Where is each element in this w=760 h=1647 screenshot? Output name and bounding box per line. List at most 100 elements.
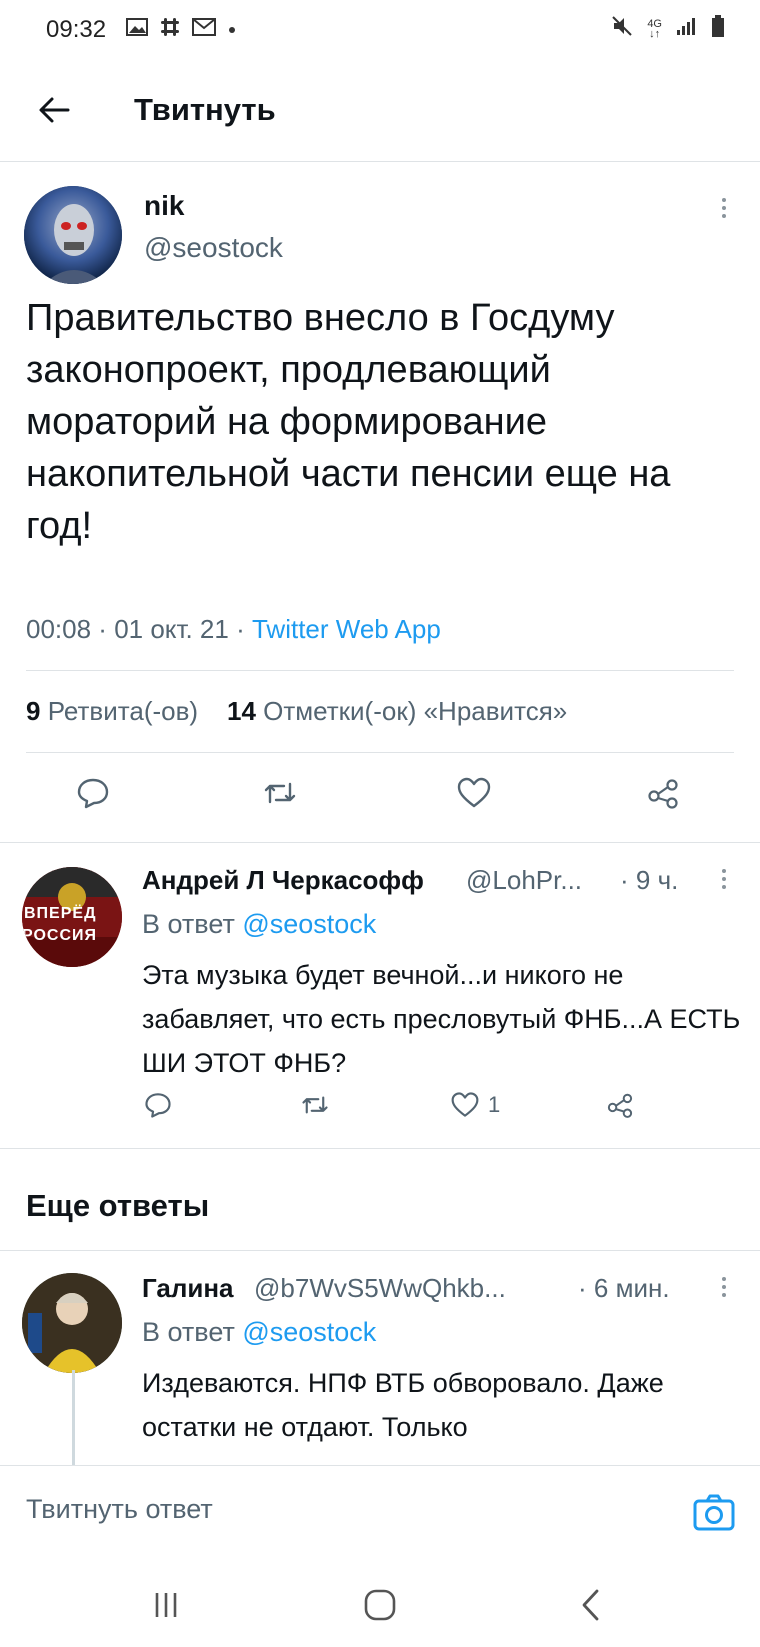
page-title: Твитнуть [134, 92, 276, 127]
more-replies-title: Еще ответы [26, 1188, 210, 1223]
main-tweet-actions [0, 776, 760, 826]
more-dot [722, 877, 726, 881]
reply-author-handle[interactable]: @LohPr... [466, 865, 582, 896]
likes-label: Отметки(-ок) «Нравится» [263, 696, 568, 726]
more-dot [722, 1285, 726, 1289]
retweet-button[interactable] [262, 776, 298, 810]
reply-to-prefix: В ответ [142, 1317, 235, 1347]
more-dot [722, 198, 726, 202]
status-notification-icons [126, 17, 236, 42]
reply-avatar[interactable] [22, 1273, 122, 1373]
recent-apps-icon [155, 1593, 177, 1617]
main-tweet-author-name[interactable]: nik [144, 190, 184, 222]
status-system-icons: 4G ↓↑ [611, 15, 724, 42]
reply-author-name[interactable]: Галина [142, 1273, 234, 1304]
thread-connector-line [72, 1370, 75, 1470]
reply-to-mention[interactable]: @seostock [242, 1317, 376, 1347]
share-button[interactable] [646, 776, 680, 810]
back-button[interactable] [34, 90, 74, 130]
avatar-caption-top: ВПЕРЁД [24, 905, 97, 922]
dot-icon [228, 21, 236, 39]
gallery-icon [126, 17, 148, 42]
divider [0, 1148, 760, 1149]
top-app-bar: Твитнуть [0, 64, 760, 162]
reply-avatar[interactable]: ВПЕРЁД РОССИЯ [22, 867, 122, 967]
share-icon [648, 779, 678, 809]
likes-stat[interactable]: 14 Отметки(-ок) «Нравится» [227, 696, 567, 726]
main-tweet: nik @seostock Правительство внесло в Гос… [0, 162, 760, 842]
reply-button[interactable] [144, 1091, 172, 1119]
signal-icon [676, 16, 698, 41]
main-tweet-author-handle[interactable]: @seostock [144, 232, 283, 264]
network-4g-icon: 4G ↓↑ [647, 17, 662, 40]
retweet-icon [264, 782, 296, 804]
reply-time: · 9 ч. [620, 865, 679, 895]
retweets-count: 9 [26, 696, 41, 726]
share-button[interactable] [606, 1091, 634, 1119]
reply-to-mention[interactable]: @seostock [242, 909, 376, 939]
retweets-stat[interactable]: 9 Ретвита(-ов) [26, 696, 198, 726]
retweet-button[interactable] [300, 1091, 330, 1119]
reply-to-prefix: В ответ [142, 909, 235, 939]
heart-icon [457, 777, 491, 808]
tweet-time: 00:08 [26, 614, 92, 644]
divider [26, 670, 734, 671]
battery-icon [712, 15, 724, 42]
reply-to-line: В ответ @seostock [142, 909, 376, 940]
main-tweet-meta: 00:08 · 01 окт. 21 · Twitter Web App [26, 614, 441, 644]
reply-input[interactable]: Твитнуть ответ [26, 1494, 213, 1525]
likes-count: 14 [226, 696, 256, 726]
reply-button[interactable] [76, 776, 110, 810]
tweet-source-app[interactable]: Twitter Web App [252, 614, 441, 644]
divider [26, 752, 734, 753]
back-chevron-icon [582, 1589, 599, 1621]
back-nav-button[interactable] [572, 1585, 612, 1625]
like-button[interactable] [456, 776, 492, 810]
like-count: 1 [488, 1092, 501, 1117]
retweets-label: Ретвита(-ов) [47, 696, 199, 726]
retweet-icon [302, 1096, 328, 1114]
terminator-avatar-image [24, 186, 122, 284]
mute-icon [611, 15, 633, 42]
mail-icon [192, 18, 216, 41]
reply-text: Издеваются. НПФ ВТБ обворовало. Даже ост… [142, 1368, 664, 1442]
main-tweet-avatar[interactable] [24, 186, 122, 284]
more-dot [722, 885, 726, 889]
person-avatar-image [22, 1273, 122, 1373]
reply-more-button[interactable] [714, 865, 734, 895]
status-time: 09:32 [46, 16, 107, 43]
avatar-caption-bottom: РОССИЯ [22, 927, 98, 944]
main-tweet-more-button[interactable] [714, 194, 734, 224]
reply-text: Эта музыка будет вечной...и никого не за… [142, 960, 741, 1078]
reply-time: · 6 мин. [578, 1273, 670, 1303]
reply-icon [77, 778, 109, 809]
reply-author-handle[interactable]: @b7WvS5WwQhkb... [254, 1273, 506, 1304]
more-dot [722, 206, 726, 210]
reply-tweet[interactable]: ВПЕРЁД РОССИЯ Андрей Л Черкасофф @LohPr.… [0, 843, 760, 1148]
heart-icon [451, 1092, 479, 1117]
recent-apps-button[interactable] [146, 1585, 186, 1625]
reply-composer: Твитнуть ответ [0, 1465, 760, 1561]
more-dot [722, 214, 726, 218]
like-button[interactable]: 1 [450, 1091, 500, 1119]
tweet-date: 01 окт. 21 [114, 614, 229, 644]
reply-tweet[interactable]: Галина @b7WvS5WwQhkb... · 6 мин. В ответ… [0, 1251, 760, 1465]
reply-more-button[interactable] [714, 1273, 734, 1303]
more-dot [722, 869, 726, 873]
camera-button[interactable] [692, 1490, 736, 1534]
home-button[interactable] [360, 1585, 400, 1625]
camera-icon [693, 1494, 735, 1531]
status-bar: 09:32 4G ↓↑ [0, 0, 760, 64]
system-navigation-bar [0, 1561, 760, 1647]
more-dot [722, 1277, 726, 1281]
share-icon [607, 1093, 633, 1118]
reply-actions: 1 [0, 1091, 760, 1141]
more-dot [722, 1293, 726, 1297]
main-tweet-text: Правительство внесло в Госдуму законопро… [26, 297, 671, 547]
home-icon [364, 1589, 396, 1621]
reply-to-line: В ответ @seostock [142, 1317, 376, 1348]
reply-icon [145, 1093, 171, 1118]
tweet-stats: 9 Ретвита(-ов) 14 Отметки(-ок) «Нравится… [26, 696, 567, 727]
reply-author-name[interactable]: Андрей Л Черкасофф [142, 865, 424, 896]
network-label: 4G [647, 17, 662, 30]
